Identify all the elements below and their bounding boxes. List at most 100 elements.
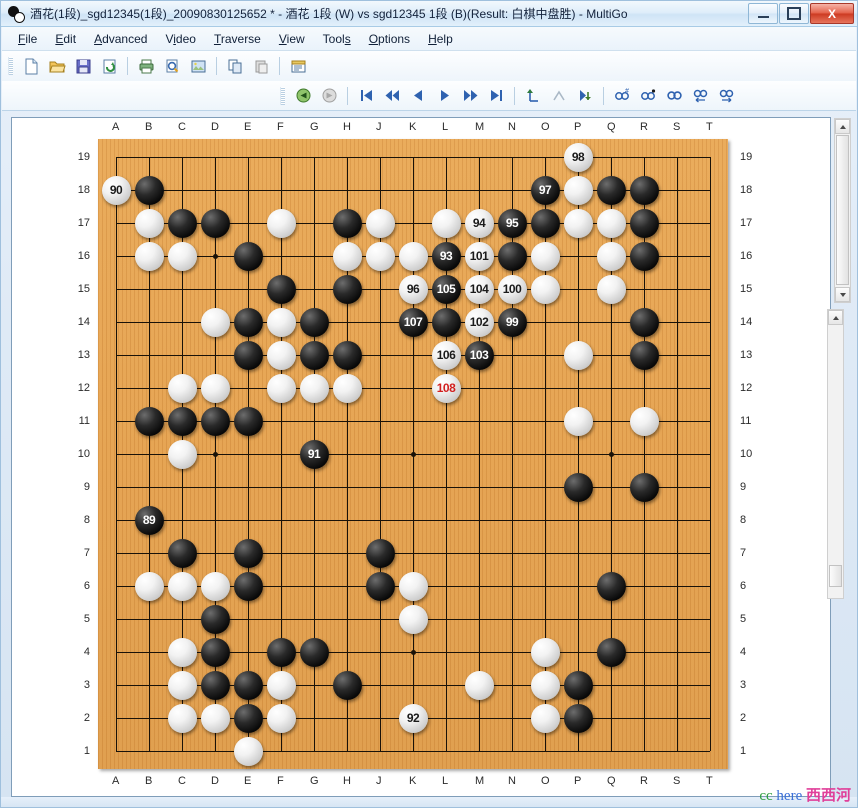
stone[interactable] xyxy=(332,670,362,700)
stone[interactable] xyxy=(167,637,197,667)
menu-item-file[interactable]: File xyxy=(9,29,46,49)
stone[interactable] xyxy=(332,373,362,403)
stone[interactable] xyxy=(134,175,164,205)
stone[interactable] xyxy=(200,406,230,436)
stone[interactable] xyxy=(365,241,395,271)
stone[interactable] xyxy=(299,373,329,403)
stone[interactable] xyxy=(167,373,197,403)
stone[interactable] xyxy=(200,373,230,403)
find-prev-icon[interactable] xyxy=(687,83,713,109)
scroll-down-button[interactable] xyxy=(835,287,850,302)
stone[interactable] xyxy=(233,670,263,700)
stone[interactable] xyxy=(530,274,560,304)
stone[interactable] xyxy=(596,241,626,271)
stone[interactable] xyxy=(596,274,626,304)
stone-numbered[interactable]: 98 xyxy=(563,142,593,172)
stone-numbered[interactable]: 89 xyxy=(134,505,164,535)
stone[interactable] xyxy=(200,670,230,700)
stone[interactable] xyxy=(134,208,164,238)
stone[interactable] xyxy=(167,571,197,601)
stone[interactable] xyxy=(233,571,263,601)
stone-numbered[interactable]: 99 xyxy=(497,307,527,337)
stone-numbered[interactable]: 107 xyxy=(398,307,428,337)
stone-numbered[interactable]: 93 xyxy=(431,241,461,271)
stone[interactable] xyxy=(167,208,197,238)
prev-move-icon[interactable] xyxy=(405,83,431,109)
stone[interactable] xyxy=(134,406,164,436)
copy-icon[interactable] xyxy=(222,53,248,79)
find-icon[interactable] xyxy=(661,83,687,109)
stone[interactable] xyxy=(332,274,362,304)
scrollbar-thumb[interactable] xyxy=(836,135,849,285)
vertical-scrollbar-outer[interactable] xyxy=(834,118,851,303)
stone[interactable] xyxy=(431,307,461,337)
maximize-button[interactable] xyxy=(779,3,809,24)
stone[interactable] xyxy=(629,472,659,502)
stone[interactable] xyxy=(629,307,659,337)
next-move-icon[interactable] xyxy=(431,83,457,109)
print-icon[interactable] xyxy=(133,53,159,79)
stone-numbered[interactable]: 94 xyxy=(464,208,494,238)
find-number-icon[interactable]: # xyxy=(609,83,635,109)
menu-item-video[interactable]: Video xyxy=(156,29,205,49)
stone[interactable] xyxy=(530,637,560,667)
branch-up-icon[interactable] xyxy=(520,83,546,109)
stone[interactable] xyxy=(233,406,263,436)
stone[interactable] xyxy=(563,472,593,502)
stone[interactable] xyxy=(167,538,197,568)
new-icon[interactable] xyxy=(18,53,44,79)
stone[interactable] xyxy=(596,208,626,238)
scroll-up-button[interactable] xyxy=(835,119,850,134)
find-mark-icon[interactable] xyxy=(635,83,661,109)
stone[interactable] xyxy=(233,340,263,370)
stone[interactable] xyxy=(266,637,296,667)
stone[interactable] xyxy=(530,241,560,271)
menu-item-tools[interactable]: Tools xyxy=(314,29,360,49)
stone[interactable] xyxy=(266,703,296,733)
stone[interactable] xyxy=(629,175,659,205)
stone[interactable] xyxy=(200,571,230,601)
stone[interactable] xyxy=(596,637,626,667)
stone-numbered[interactable]: 90 xyxy=(101,175,131,205)
stone[interactable] xyxy=(596,175,626,205)
toolbar-grip[interactable] xyxy=(280,86,285,105)
stone[interactable] xyxy=(464,670,494,700)
stone[interactable] xyxy=(530,208,560,238)
stone[interactable] xyxy=(266,340,296,370)
save-disk-icon[interactable] xyxy=(70,53,96,79)
stone[interactable] xyxy=(629,340,659,370)
stone[interactable] xyxy=(497,241,527,271)
stone[interactable] xyxy=(398,571,428,601)
stone[interactable] xyxy=(431,208,461,238)
print-preview-icon[interactable] xyxy=(159,53,185,79)
menu-item-traverse[interactable]: Traverse xyxy=(205,29,270,49)
stone[interactable] xyxy=(365,571,395,601)
stone-numbered[interactable]: 95 xyxy=(497,208,527,238)
stone[interactable] xyxy=(398,241,428,271)
minimize-button[interactable] xyxy=(748,3,778,24)
export-image-icon[interactable] xyxy=(185,53,211,79)
stone[interactable] xyxy=(398,604,428,634)
stone[interactable] xyxy=(332,208,362,238)
open-folder-icon[interactable] xyxy=(44,53,70,79)
rewind-icon[interactable] xyxy=(379,83,405,109)
stone-numbered[interactable]: 105 xyxy=(431,274,461,304)
stone-numbered[interactable]: 104 xyxy=(464,274,494,304)
stone[interactable] xyxy=(167,439,197,469)
find-next-icon[interactable] xyxy=(713,83,739,109)
stone-numbered[interactable]: 91 xyxy=(299,439,329,469)
stone-numbered[interactable]: 102 xyxy=(464,307,494,337)
stone-numbered[interactable]: 96 xyxy=(398,274,428,304)
stone[interactable] xyxy=(332,241,362,271)
stone[interactable] xyxy=(266,307,296,337)
stone[interactable] xyxy=(365,538,395,568)
scrollbar-thumb-2[interactable] xyxy=(829,565,842,587)
stone[interactable] xyxy=(167,241,197,271)
stone[interactable] xyxy=(134,241,164,271)
refresh-icon[interactable] xyxy=(96,53,122,79)
stone[interactable] xyxy=(563,340,593,370)
stone[interactable] xyxy=(134,571,164,601)
stone[interactable] xyxy=(266,274,296,304)
stone[interactable] xyxy=(200,307,230,337)
stone[interactable] xyxy=(233,703,263,733)
